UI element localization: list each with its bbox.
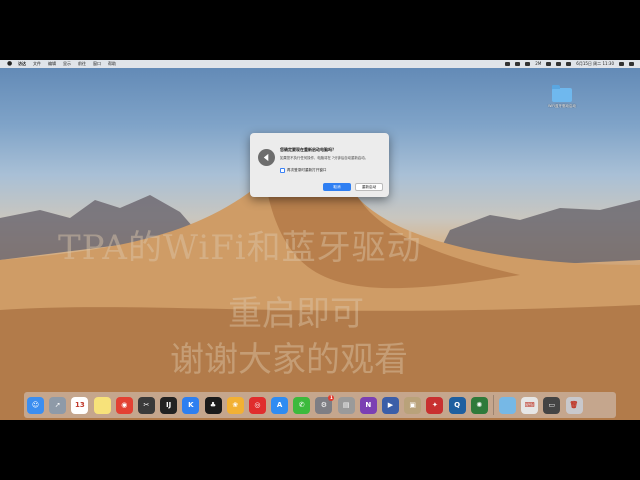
chrome-icon[interactable]: ◉ [115, 396, 133, 414]
system-preferences-icon[interactable]: ⚙ 1 [315, 394, 335, 414]
restart-button[interactable]: 重新启动 [355, 183, 383, 191]
notes-icon[interactable] [93, 396, 111, 414]
dock: ☺ ➚ 13 ◉ ✂ IJ K ♣ ❀ ◎ A ✆ ⚙ 1 ▤ N ▶ ▣ ✦ Q ✺ ⌨ ▭ 🗑 [24, 392, 616, 418]
wechat-icon[interactable]: ✆ [293, 396, 311, 414]
menu-bar: ● 访达 文件 编辑 显示 前往 窗口 帮助 2M 6月15日 周二 11:30 [0, 60, 640, 68]
archive-utility-icon[interactable]: ▣ [404, 396, 422, 414]
network-speed: 2M [535, 61, 542, 66]
keynote-icon[interactable]: ▶ [382, 396, 399, 414]
qq-icon[interactable]: ♣ [204, 396, 222, 414]
status-icon[interactable] [505, 62, 511, 66]
folder-label: WiFi蓝牙驱动启动 [547, 104, 577, 108]
menu-edit[interactable]: 编辑 [48, 60, 56, 68]
dialog-title: 您确定要现在重新启动电脑吗？ [280, 147, 336, 152]
menu-file[interactable]: 文件 [33, 60, 41, 68]
clock[interactable]: 6月15日 周二 11:30 [576, 60, 614, 68]
launchpad-icon[interactable]: ➚ [49, 396, 67, 414]
notification-center-icon[interactable] [629, 62, 634, 66]
wifi-icon[interactable] [546, 62, 552, 66]
netease-music-icon[interactable]: ◎ [248, 396, 266, 414]
video-caption-line1: TPA的WiFi和蓝牙驱动 [58, 228, 422, 268]
printer-icon[interactable]: ▤ [337, 396, 355, 414]
photos-icon[interactable]: ❀ [226, 396, 244, 414]
trash-icon[interactable]: 🗑 [565, 396, 583, 414]
reopen-windows-label: 再次登录时重新打开窗口 [287, 168, 327, 172]
onenote-icon[interactable]: N [359, 396, 377, 414]
menu-go[interactable]: 前往 [78, 60, 86, 68]
downloads-folder-icon[interactable] [498, 396, 516, 414]
battery-icon[interactable] [556, 62, 562, 66]
kugou-icon[interactable]: K [182, 396, 200, 414]
restart-dialog: 您确定要现在重新启动电脑吗？ 如果您不执行任何操作，电脑将在 7分钟后自动重新启… [250, 133, 389, 197]
dock-separator [492, 395, 494, 415]
desktop-screen: ● 访达 文件 编辑 显示 前往 窗口 帮助 2M 6月15日 周二 11:30… [0, 60, 640, 420]
folder-icon [552, 85, 572, 102]
finder-icon[interactable]: ☺ [27, 396, 44, 414]
quicktime-icon[interactable]: Q [448, 396, 466, 414]
dialog-message: 如果您不执行任何操作，电脑将在 7分钟后自动重新启动。 [280, 156, 368, 160]
screenshot-stack-icon[interactable]: ▭ [543, 396, 561, 414]
intellij-icon[interactable]: IJ [160, 396, 178, 414]
menu-window[interactable]: 窗口 [93, 60, 101, 68]
status-icon[interactable] [515, 62, 521, 66]
apple-menu-icon[interactable]: ● [7, 61, 12, 67]
reopen-windows-checkbox[interactable] [280, 168, 285, 173]
restart-alert-icon [258, 149, 275, 166]
menu-help[interactable]: 帮助 [108, 60, 116, 68]
status-icon[interactable] [525, 62, 531, 66]
menu-view[interactable]: 显示 [63, 60, 71, 68]
status-area: 2M 6月15日 周二 11:30 [500, 60, 634, 68]
reopen-windows-option[interactable]: 再次登录时重新打开窗口 [280, 168, 327, 173]
xcode-debug-icon[interactable]: ✺ [470, 396, 488, 414]
keyboard-viewer-icon[interactable]: ⌨ [521, 396, 539, 414]
notification-badge: 1 [328, 394, 335, 401]
menu-finder[interactable]: 访达 [18, 60, 26, 68]
video-caption-line2: 重启即可 [228, 294, 364, 334]
app-store-icon[interactable]: A [271, 396, 289, 414]
video-caption-line3: 谢谢大家的观看 [170, 340, 408, 380]
bartender-icon[interactable]: ✦ [426, 396, 444, 414]
cancel-button[interactable]: 取消 [323, 183, 351, 191]
input-method-icon[interactable] [566, 62, 572, 66]
desktop-folder[interactable]: WiFi蓝牙驱动启动 [547, 85, 577, 109]
calendar-icon[interactable]: 13 [71, 396, 89, 414]
final-cut-icon[interactable]: ✂ [137, 396, 155, 414]
search-icon[interactable] [619, 62, 624, 66]
